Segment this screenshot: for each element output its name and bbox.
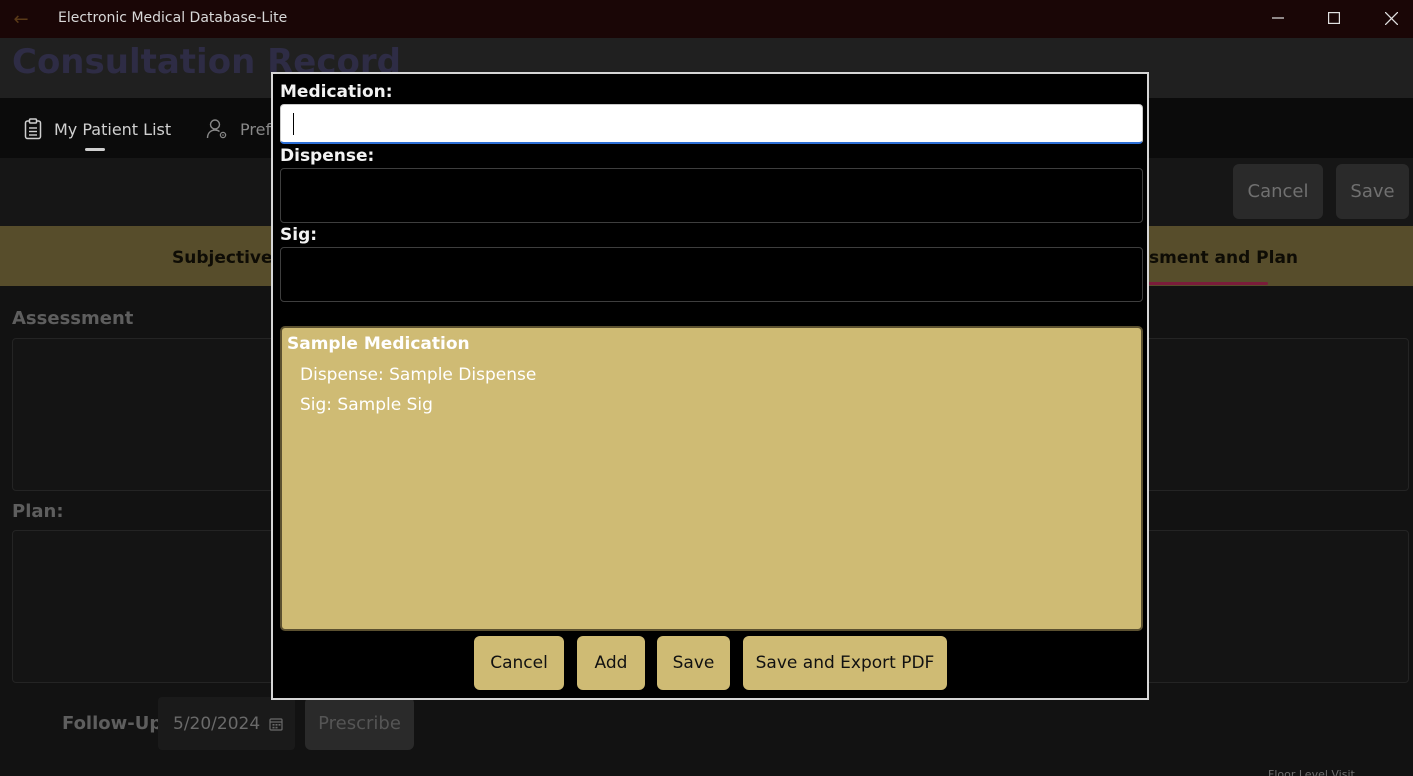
dialog-save-button[interactable]: Save xyxy=(657,636,730,690)
app-window: ← Electronic Medical Database-Lite Consu… xyxy=(0,0,1413,776)
medication-item-dispense: Dispense: Sample Dispense xyxy=(300,365,537,385)
save-export-pdf-button[interactable]: Save and Export PDF xyxy=(743,636,947,690)
followup-date-value: 5/20/2024 xyxy=(173,713,261,734)
dialog-cancel-button[interactable]: Cancel xyxy=(474,636,564,690)
medication-label: Medication: xyxy=(280,82,393,102)
title-bar: ← Electronic Medical Database-Lite xyxy=(0,0,1413,38)
medication-input[interactable] xyxy=(280,104,1143,144)
user-settings-icon xyxy=(206,119,227,139)
medication-dialog: Medication: Dispense: Sig: Sample Medica… xyxy=(271,72,1149,700)
dispense-label: Dispense: xyxy=(280,146,375,166)
assessment-label: Assessment xyxy=(12,308,134,329)
text-caret xyxy=(293,113,294,135)
tab-assessment-plan[interactable]: sment and Plan xyxy=(1149,248,1298,268)
tab-selection-indicator xyxy=(1148,282,1268,285)
plan-label: Plan: xyxy=(12,501,64,522)
cancel-button[interactable]: Cancel xyxy=(1233,164,1323,219)
back-arrow-icon[interactable]: ← xyxy=(8,6,34,32)
maximize-icon[interactable] xyxy=(1306,0,1362,36)
minimize-icon[interactable] xyxy=(1250,0,1306,36)
close-icon[interactable] xyxy=(1363,0,1413,36)
nav-item-preferences[interactable]: Prefe xyxy=(206,118,281,140)
nav-selection-indicator xyxy=(85,148,105,151)
save-button[interactable]: Save xyxy=(1336,164,1409,219)
medication-list[interactable]: Sample Medication Dispense: Sample Dispe… xyxy=(280,326,1143,631)
prescribe-button[interactable]: Prescribe xyxy=(305,697,414,750)
followup-label: Follow-Up: xyxy=(62,713,170,734)
dispense-input[interactable] xyxy=(280,168,1143,223)
nav-item-patient-list[interactable]: My Patient List xyxy=(24,118,171,140)
medication-item-name[interactable]: Sample Medication xyxy=(287,334,470,354)
sig-input[interactable] xyxy=(280,247,1143,302)
status-text: Floor Level Visit xyxy=(1268,768,1355,776)
add-button[interactable]: Add xyxy=(577,636,645,690)
calendar-icon xyxy=(269,718,283,731)
nav-item-label: My Patient List xyxy=(54,119,172,139)
app-title: Electronic Medical Database-Lite xyxy=(58,10,288,26)
followup-date-picker[interactable]: 5/20/2024 xyxy=(158,697,295,750)
medication-item-sig: Sig: Sample Sig xyxy=(300,395,433,415)
clipboard-icon xyxy=(24,118,42,140)
sig-label: Sig: xyxy=(280,225,318,245)
